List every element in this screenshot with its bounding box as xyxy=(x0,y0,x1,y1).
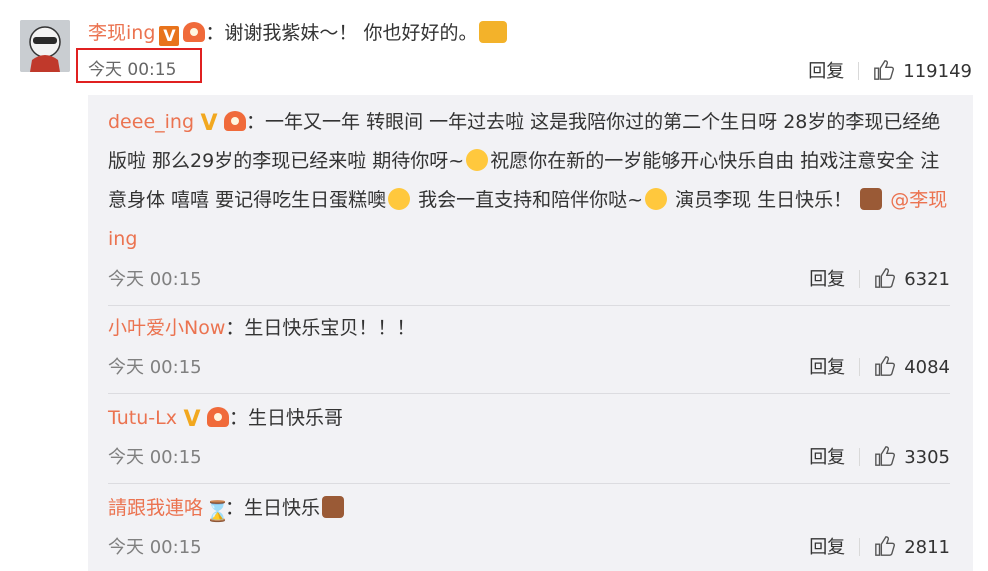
like-count: 6321 xyxy=(904,269,950,290)
hourglass-icon: ⌛ xyxy=(205,499,230,523)
reply-author[interactable]: Tutu-Lx xyxy=(108,407,177,429)
fan-badge-icon xyxy=(183,22,206,42)
reply-actions: 回复 4084 xyxy=(809,353,950,379)
reply-author[interactable]: deee_ing xyxy=(108,111,194,133)
thumbs-up-icon[interactable] xyxy=(874,267,896,289)
love-emoji-icon xyxy=(645,188,668,210)
yummy-emoji-icon xyxy=(388,188,411,210)
verified-v-icon: V xyxy=(159,26,180,46)
reply-text: 生日快乐哥 xyxy=(247,407,343,429)
reply-time: 今天 00:15 xyxy=(108,447,202,468)
reply-button[interactable]: 回复 xyxy=(809,357,845,378)
star-eyes-emoji-icon xyxy=(466,149,489,171)
verified-gold-v-icon: V xyxy=(200,111,218,136)
reply-button[interactable]: 回复 xyxy=(808,57,844,83)
reply-item: Tutu-Lx V ：生日快乐哥 今天 00:15 回复 3305 xyxy=(108,399,950,484)
fan-badge-icon xyxy=(206,407,229,427)
reply-actions: 回复 6321 xyxy=(809,265,950,291)
verified-gold-v-icon: V xyxy=(183,407,201,432)
reply-item: 請跟我連咯 ⌛：生日快乐 今天 00:15 回复 2811 xyxy=(108,489,950,569)
comment-author[interactable]: 李现ing xyxy=(88,22,155,44)
reply-item: deee_ing V ：一年又一年 转眼间 一年过去啦 这是我陪你过的第二个生日呀 … xyxy=(108,103,950,306)
cake-emoji-icon xyxy=(860,188,883,210)
thumbs-up-icon[interactable] xyxy=(874,445,896,467)
divider xyxy=(859,538,861,556)
thumbs-up-icon[interactable] xyxy=(873,59,895,81)
like-count: 119149 xyxy=(903,61,972,82)
reply-text: 演员李现 生日快乐！ xyxy=(669,189,859,211)
reply-text: 我会一直支持和陪伴你哒~ xyxy=(412,189,644,211)
divider xyxy=(859,448,861,466)
like-count: 2811 xyxy=(904,537,950,558)
time-highlight-box xyxy=(76,48,202,83)
separator: ： xyxy=(225,497,245,519)
fan-badge-icon xyxy=(224,111,247,131)
reply-time: 今天 00:15 xyxy=(108,269,202,290)
row-divider xyxy=(108,305,950,306)
row-divider xyxy=(108,393,950,394)
divider xyxy=(858,62,860,80)
like-count: 3305 xyxy=(904,447,950,468)
main-comment: 李现ing V ：谢谢我紫妹～！ 你也好好的。 今天 00:15 回复 119149 xyxy=(0,0,988,90)
reply-author[interactable]: 請跟我連咯 xyxy=(108,497,203,519)
reply-actions: 回复 3305 xyxy=(809,443,950,469)
thumbs-up-icon[interactable] xyxy=(874,535,896,557)
reply-actions: 回复 2811 xyxy=(809,533,950,559)
divider xyxy=(859,358,861,376)
replies-panel: deee_ing V ：一年又一年 转眼间 一年过去啦 这是我陪你过的第二个生日呀 … xyxy=(88,95,973,571)
thumbs-up-icon[interactable] xyxy=(874,355,896,377)
beer-emoji-icon xyxy=(479,21,508,43)
cake-emoji-icon xyxy=(322,496,345,518)
reply-item: 小叶爱小Now：生日快乐宝贝！！！ 今天 00:15 回复 4084 xyxy=(108,309,950,394)
reply-text: 生日快乐 xyxy=(244,497,321,519)
row-divider xyxy=(108,483,950,484)
reply-time: 今天 00:15 xyxy=(108,537,202,558)
avatar[interactable] xyxy=(20,20,70,72)
separator: ： xyxy=(246,111,266,133)
separator: ： xyxy=(228,407,248,429)
reply-author[interactable]: 小叶爱小Now xyxy=(108,317,225,339)
comment-text: 谢谢我紫妹～！ 你也好好的。 xyxy=(224,22,478,44)
separator: ： xyxy=(205,22,225,44)
divider xyxy=(859,270,861,288)
like-count: 4084 xyxy=(904,357,950,378)
reply-button[interactable]: 回复 xyxy=(809,537,845,558)
reply-button[interactable]: 回复 xyxy=(809,269,845,290)
reply-time: 今天 00:15 xyxy=(108,357,202,378)
reply-text: 生日快乐宝贝！！！ xyxy=(244,317,416,339)
comment-actions: 回复 119149 xyxy=(808,57,972,83)
reply-button[interactable]: 回复 xyxy=(809,447,845,468)
separator: ： xyxy=(225,317,245,339)
